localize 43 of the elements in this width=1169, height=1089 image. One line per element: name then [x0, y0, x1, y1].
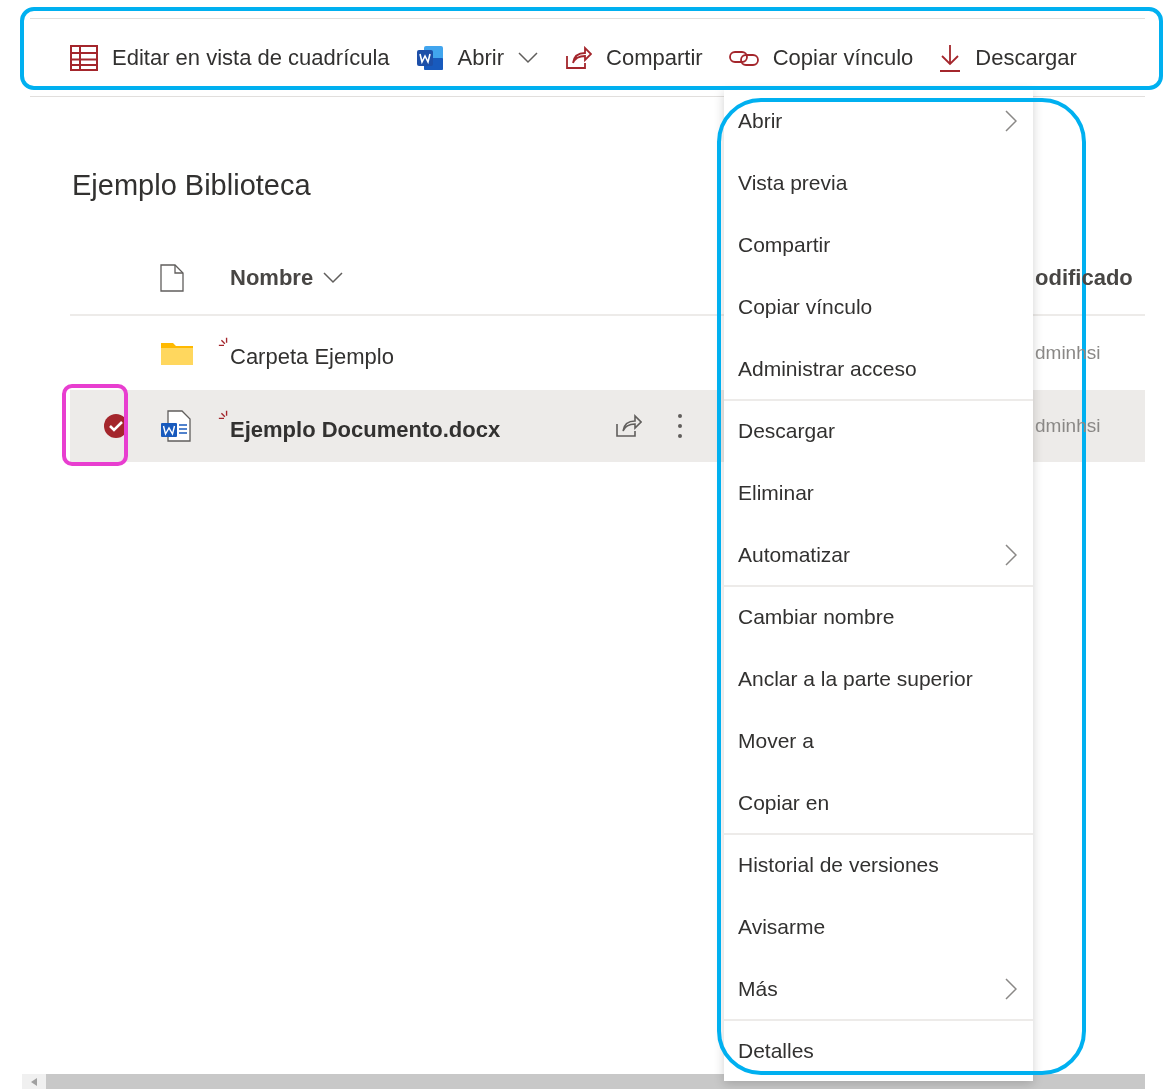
file-type-icon [160, 264, 184, 292]
menu-item[interactable]: Cambiar nombre [724, 585, 1033, 647]
menu-item[interactable]: Mover a [724, 709, 1033, 771]
menu-item[interactable]: Eliminar [724, 461, 1033, 523]
share-icon [614, 414, 642, 438]
menu-item[interactable]: Compartir [724, 213, 1033, 275]
new-item-icon [218, 336, 230, 348]
toolbar-button[interactable]: Copiar vínculo [728, 44, 914, 71]
chevron-down-icon [323, 272, 344, 284]
menu-item[interactable]: Abrir [724, 89, 1033, 151]
toolbar-button[interactable]: Editar en vista de cuadrícula [70, 44, 390, 71]
menu-item[interactable]: Descargar [724, 399, 1033, 461]
chevron-right-icon [1005, 110, 1017, 132]
toolbar-button[interactable]: Compartir [564, 44, 703, 71]
menu-item[interactable]: Más [724, 957, 1033, 1019]
word-document-icon [160, 410, 192, 442]
menu-item[interactable]: Historial de versiones [724, 833, 1033, 895]
menu-item[interactable]: Automatizar [724, 523, 1033, 585]
chevron-right-icon [1005, 978, 1017, 1000]
scroll-left-button[interactable] [22, 1074, 46, 1089]
menu-item[interactable]: Administrar acceso [724, 337, 1033, 399]
download-icon [939, 43, 962, 72]
toolbar-button[interactable]: Descargar [939, 43, 1077, 72]
grid-icon [70, 44, 98, 71]
menu-item[interactable]: Vista previa [724, 151, 1033, 213]
column-header[interactable]: Nombre [230, 265, 613, 291]
file-name[interactable]: Carpeta Ejemplo [218, 336, 394, 370]
library-title: Ejemplo Biblioteca [72, 169, 311, 202]
menu-item[interactable]: Detalles [724, 1019, 1033, 1081]
word-icon [415, 44, 444, 71]
file-name[interactable]: Ejemplo Documento.docx [218, 409, 501, 443]
menu-item[interactable]: Anclar a la parte superior [724, 647, 1033, 709]
caret-left-icon [31, 1077, 37, 1086]
more-icon [677, 413, 683, 439]
menu-item[interactable]: Copiar vínculo [724, 275, 1033, 337]
folder-icon [160, 340, 194, 366]
chevron-right-icon [1005, 544, 1017, 566]
chevron-down-icon [518, 51, 539, 64]
toolbar-button[interactable]: Abrir [415, 44, 539, 71]
share-icon [564, 45, 593, 70]
new-item-icon [218, 409, 230, 421]
menu-item[interactable]: Copiar en [724, 771, 1033, 833]
menu-item[interactable]: Avisarme [724, 895, 1033, 957]
